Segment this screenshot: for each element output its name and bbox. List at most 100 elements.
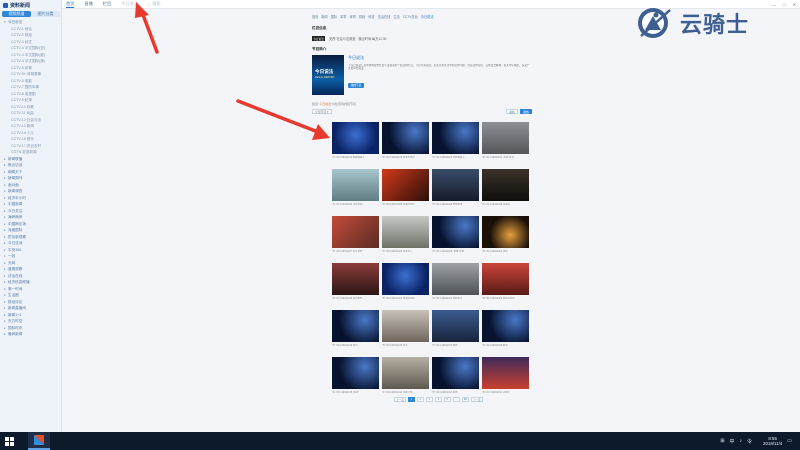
video-card[interactable]: 今日说法20191018 追寻 <box>382 310 429 346</box>
video-card[interactable]: 今日说法20191030 特殊的案件 <box>382 169 429 205</box>
video-card[interactable]: 今日说法20191029 警察故事 <box>432 169 479 205</box>
play-program-button[interactable]: 播放节目 <box>348 83 364 88</box>
video-caption[interactable]: 今日说法20191020 意外的结局 <box>482 296 529 299</box>
taskbar-app[interactable] <box>28 432 50 450</box>
language-indicator[interactable]: 中 <box>730 438 735 445</box>
breadcrumb-item[interactable]: CCTV总台 <box>403 14 418 19</box>
video-card[interactable]: 今日说法20191028 惊魂夜 <box>482 169 529 205</box>
video-card[interactable]: 今日说法20191101 “雨夜”风波 <box>482 122 529 158</box>
breadcrumb-item[interactable]: 军事 <box>340 14 346 19</box>
video-thumbnail[interactable] <box>432 122 479 154</box>
video-card[interactable]: 今日说法20191020 意外的结局 <box>482 263 529 299</box>
video-card[interactable]: 今日说法20191016 暗流 <box>482 310 529 346</box>
video-caption[interactable]: 今日说法20191015 “陷阱” <box>332 390 379 393</box>
breadcrumb-item[interactable]: 国际 <box>331 14 337 19</box>
video-thumbnail[interactable] <box>482 216 529 248</box>
breadcrumb-item[interactable]: 法治在线 <box>378 14 391 19</box>
video-caption[interactable]: 今日说法20191031 寻找真相 <box>332 202 379 205</box>
video-caption[interactable]: 今日说法20191023 离奇事件 <box>332 296 379 299</box>
video-card[interactable]: 今日说法20191017 疑案 <box>432 310 479 346</box>
nav-home[interactable]: 首页 <box>66 1 75 8</box>
network-icon[interactable]: 令 <box>747 438 752 445</box>
video-thumbnail[interactable] <box>482 357 529 389</box>
video-card[interactable]: 今日说法20191015 “陷阱” <box>332 357 379 393</box>
page-button[interactable]: 99 <box>461 397 469 402</box>
video-thumbnail[interactable] <box>432 310 479 342</box>
video-thumbnail[interactable] <box>382 122 429 154</box>
sidebar-tab-video[interactable]: 视频频道 <box>2 11 31 17</box>
sort-hot-button[interactable]: 最热 <box>520 109 532 114</box>
search-input[interactable]: 今日说法 <box>121 1 138 7</box>
breadcrumb-item[interactable]: 科技 <box>368 14 374 19</box>
video-thumbnail[interactable] <box>332 357 379 389</box>
page-button[interactable]: … <box>452 397 460 402</box>
page-button[interactable]: 2 <box>416 397 424 402</box>
video-card[interactable]: 今日说法20191022 错误的选择 <box>382 263 429 299</box>
page-button[interactable]: 上一页 <box>394 397 406 402</box>
page-button[interactable]: 下一页 <box>470 397 483 402</box>
video-thumbnail[interactable] <box>432 357 479 389</box>
breadcrumb-item[interactable]: 首页 <box>312 14 318 19</box>
video-caption[interactable]: 今日说法20191028 惊魂夜 <box>482 202 529 205</box>
video-caption[interactable]: 今日说法20191104 智擒嫌疑人 <box>332 155 379 158</box>
maximize-icon[interactable]: □ <box>783 2 785 7</box>
video-thumbnail[interactable] <box>482 122 529 154</box>
breadcrumb-item[interactable]: 今日说法 <box>421 14 434 19</box>
video-caption[interactable]: 今日说法20191030 特殊的案件 <box>382 202 429 205</box>
video-thumbnail[interactable] <box>382 357 429 389</box>
clock[interactable]: 8:55 2019/11/4 <box>763 436 782 447</box>
page-button[interactable]: 5 <box>443 397 451 402</box>
video-thumbnail[interactable] <box>332 263 379 295</box>
video-card[interactable]: 今日说法20191102 追踪嫌疑人 <box>432 122 479 158</box>
close-icon[interactable]: ✕ <box>793 2 796 7</box>
video-card[interactable]: 今日说法20191012 夜幕下 <box>482 357 529 393</box>
video-thumbnail[interactable] <box>482 263 529 295</box>
sidebar-tab-category[interactable]: 图片分类 <box>31 11 60 17</box>
video-card[interactable]: 今日说法20191024 迷局 <box>482 216 529 252</box>
page-button[interactable]: 1 <box>407 397 415 402</box>
video-card[interactable]: 今日说法20191013 隐情 <box>432 357 479 393</box>
video-caption[interactable]: 今日说法20191014 回家之路 <box>382 390 429 393</box>
video-caption[interactable]: 今日说法20191027 街头追踪 <box>332 249 379 252</box>
video-caption[interactable]: 今日说法20191018 追寻 <box>382 343 429 346</box>
video-card[interactable]: 今日说法20191014 回家之路 <box>382 357 429 393</box>
video-thumbnail[interactable] <box>332 122 379 154</box>
breadcrumb-item[interactable]: 体育 <box>350 14 356 19</box>
video-caption[interactable]: 今日说法20191026 消失的人 <box>382 249 429 252</box>
breadcrumb-item[interactable]: 财经 <box>359 14 365 19</box>
video-caption[interactable]: 今日说法20191016 暗流 <box>482 343 529 346</box>
video-caption[interactable]: 今日说法20191025 “冒牌”女婿 <box>432 249 479 252</box>
breadcrumb-item[interactable]: 生活 <box>393 14 399 19</box>
minimize-icon[interactable]: — <box>772 2 776 7</box>
video-card[interactable]: 今日说法20191023 离奇事件 <box>332 263 379 299</box>
video-caption[interactable]: 今日说法20191022 错误的选择 <box>382 296 429 299</box>
video-thumbnail[interactable] <box>332 216 379 248</box>
video-thumbnail[interactable] <box>382 169 429 201</box>
program-name[interactable]: 今日说法 <box>348 55 532 61</box>
video-card[interactable]: 今日说法20191031 寻找真相 <box>332 169 379 205</box>
video-caption[interactable]: 今日说法20191013 隐情 <box>432 390 479 393</box>
video-thumbnail[interactable] <box>432 263 479 295</box>
video-thumbnail[interactable] <box>482 169 529 201</box>
volume-icon[interactable]: ♪ <box>740 438 743 444</box>
nav-column[interactable]: 栏目 <box>103 1 111 7</box>
video-card[interactable]: 今日说法20191026 消失的人 <box>382 216 429 252</box>
input-method-icon[interactable]: ⊞ <box>720 438 724 444</box>
nav-live[interactable]: 直播 <box>84 1 92 7</box>
sidebar-tree-item[interactable]: ▸ 晚间新闻 <box>2 331 60 338</box>
video-caption[interactable]: 今日说法20191029 警察故事 <box>432 202 479 205</box>
breadcrumb-item[interactable]: 新闻 <box>321 14 327 19</box>
notification-icon[interactable]: ▭ <box>787 438 792 444</box>
video-card[interactable]: 今日说法20191103 罪恶的迷途 <box>382 122 429 158</box>
video-thumbnail[interactable] <box>382 216 429 248</box>
video-caption[interactable]: 今日说法20191103 罪恶的迷途 <box>382 155 429 158</box>
start-button[interactable] <box>0 432 18 450</box>
video-caption[interactable]: 今日说法20191012 夜幕下 <box>482 390 529 393</box>
video-card[interactable]: 今日说法20191027 街头追踪 <box>332 216 379 252</box>
video-thumbnail[interactable] <box>382 310 429 342</box>
search-button[interactable]: ⌕ 搜索 <box>148 1 161 7</box>
video-thumbnail[interactable] <box>432 169 479 201</box>
video-thumbnail[interactable] <box>332 169 379 201</box>
video-thumbnail[interactable] <box>432 216 479 248</box>
program-poster[interactable]: 今日说法 LEGAL REPORT <box>312 55 344 95</box>
